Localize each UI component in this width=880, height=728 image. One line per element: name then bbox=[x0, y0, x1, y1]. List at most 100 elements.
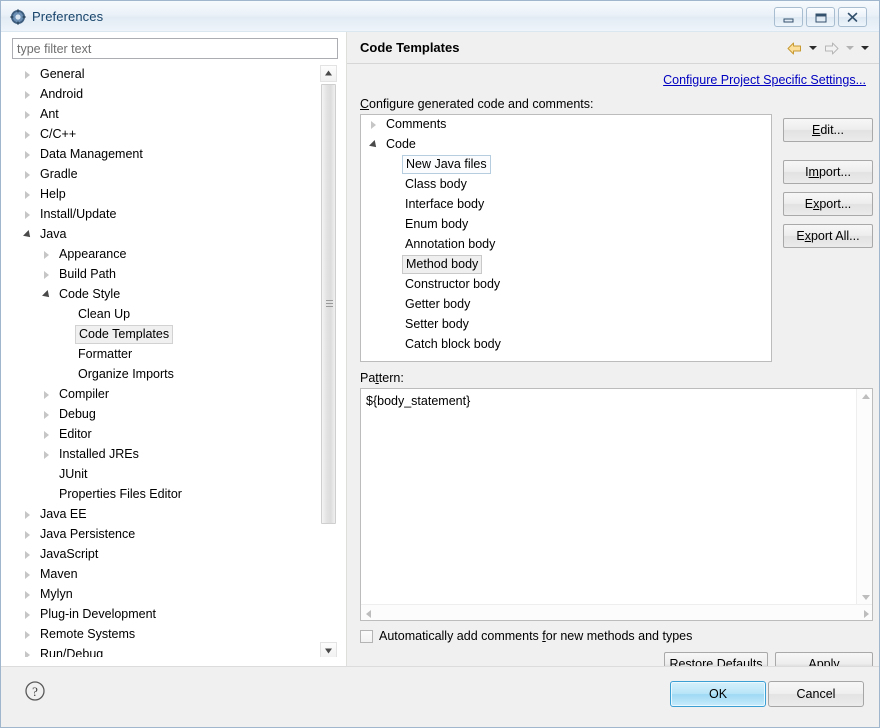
tree-item-method-body[interactable]: Method body bbox=[361, 255, 771, 275]
pattern-horizontal-scrollbar[interactable] bbox=[361, 604, 872, 620]
tree-item-constructor-body[interactable]: Constructor body bbox=[361, 275, 771, 295]
tree-item-enum-body[interactable]: Enum body bbox=[361, 215, 771, 235]
tree-item-appearance[interactable]: Appearance bbox=[13, 245, 321, 265]
tree-item-label: Gradle bbox=[40, 167, 78, 181]
tree-item-label: Formatter bbox=[78, 347, 133, 361]
preference-page: Code Templates Configure Project Specifi… bbox=[347, 32, 879, 677]
tree-item-run-debug[interactable]: Run/Debug bbox=[13, 645, 321, 658]
tree-item-label: Code bbox=[386, 137, 416, 151]
checkbox-box-icon[interactable] bbox=[360, 629, 373, 643]
tree-item-gradle[interactable]: Gradle bbox=[13, 165, 321, 185]
pattern-vertical-scrollbar[interactable] bbox=[856, 389, 872, 605]
scrollbar-thumb[interactable] bbox=[321, 84, 336, 524]
export-button[interactable]: Export... bbox=[783, 192, 873, 216]
tree-item-installed-jres[interactable]: Installed JREs bbox=[13, 445, 321, 465]
tree-item-organize-imports[interactable]: Organize Imports bbox=[13, 365, 321, 385]
import-button[interactable]: Import... bbox=[783, 160, 873, 184]
tree-item-label: JavaScript bbox=[40, 547, 99, 561]
pattern-textarea[interactable]: ${body_statement} bbox=[360, 388, 873, 621]
back-arrow-icon[interactable] bbox=[784, 38, 804, 58]
tree-item-mylyn[interactable]: Mylyn bbox=[13, 585, 321, 605]
ok-button[interactable]: OK bbox=[670, 681, 766, 707]
tree-item-label: Run/Debug bbox=[40, 647, 104, 658]
tree-item-label: Setter body bbox=[405, 317, 469, 331]
tree-item-formatter[interactable]: Formatter bbox=[13, 345, 321, 365]
preferences-tree-list: General Android Ant C/C++ Data Management Gra… bbox=[13, 65, 321, 658]
tree-item-code-templates[interactable]: Code Templates bbox=[13, 325, 321, 345]
minimize-button[interactable] bbox=[774, 7, 803, 27]
tree-item-javascript[interactable]: JavaScript bbox=[13, 545, 321, 565]
tree-item-label: Android bbox=[40, 87, 84, 101]
tree-item-label: Plug-in Development bbox=[40, 607, 157, 621]
tree-item-c-c[interactable]: C/C++ bbox=[13, 125, 321, 145]
tree-item-label: Catch block body bbox=[405, 337, 501, 351]
tree-item-maven[interactable]: Maven bbox=[13, 565, 321, 585]
tree-item-ant[interactable]: Ant bbox=[13, 105, 321, 125]
tree-item-label: Mylyn bbox=[40, 587, 73, 601]
edit-button[interactable]: Edit... bbox=[783, 118, 873, 142]
export-all-button[interactable]: Export All... bbox=[783, 224, 873, 248]
tree-item-label: Constructor body bbox=[405, 277, 501, 291]
scrollbar-grip-icon bbox=[326, 300, 333, 308]
scroll-left-icon[interactable] bbox=[366, 610, 371, 618]
pattern-label: Pattern: bbox=[360, 371, 404, 385]
tree-item-catch-block-body[interactable]: Catch block body bbox=[361, 335, 771, 355]
tree-item-label: Interface body bbox=[405, 197, 485, 211]
tree-item-data-management[interactable]: Data Management bbox=[13, 145, 321, 165]
tree-item-interface-body[interactable]: Interface body bbox=[361, 195, 771, 215]
close-button[interactable] bbox=[838, 7, 867, 27]
scroll-down-icon[interactable] bbox=[862, 595, 870, 600]
tree-item-class-body[interactable]: Class body bbox=[361, 175, 771, 195]
tree-item-debug[interactable]: Debug bbox=[13, 405, 321, 425]
tree-item-plug-in-development[interactable]: Plug-in Development bbox=[13, 605, 321, 625]
tree-item-editor[interactable]: Editor bbox=[13, 425, 321, 445]
tree-item-label: C/C++ bbox=[40, 127, 77, 141]
forward-history-chevron-down-icon bbox=[843, 38, 856, 58]
tree-item-label: Code Style bbox=[59, 287, 121, 301]
tree-item-java-persistence[interactable]: Java Persistence bbox=[13, 525, 321, 545]
scroll-up-icon[interactable] bbox=[320, 65, 337, 82]
sidebar-scrollbar[interactable] bbox=[320, 65, 337, 657]
tree-item-remote-systems[interactable]: Remote Systems bbox=[13, 625, 321, 645]
tree-item-general[interactable]: General bbox=[13, 65, 321, 85]
tree-item-help[interactable]: Help bbox=[13, 185, 321, 205]
scroll-up-icon[interactable] bbox=[862, 394, 870, 399]
cancel-button[interactable]: Cancel bbox=[768, 681, 864, 707]
tree-item-getter-body[interactable]: Getter body bbox=[361, 295, 771, 315]
tree-item-properties-files-editor[interactable]: Properties Files Editor bbox=[13, 485, 321, 505]
tree-item-code[interactable]: Code bbox=[361, 135, 771, 155]
tree-item-setter-body[interactable]: Setter body bbox=[361, 315, 771, 335]
configure-project-specific-settings-link[interactable]: Configure Project Specific Settings... bbox=[663, 73, 866, 87]
search-input[interactable] bbox=[12, 38, 338, 59]
tree-item-label: Comments bbox=[386, 117, 447, 131]
tree-item-java[interactable]: Java bbox=[13, 225, 321, 245]
tree-item-label: Editor bbox=[59, 427, 92, 441]
maximize-button[interactable] bbox=[806, 7, 835, 27]
tree-item-junit[interactable]: JUnit bbox=[13, 465, 321, 485]
scroll-down-icon[interactable] bbox=[320, 642, 337, 657]
tree-item-label: Java bbox=[40, 227, 67, 241]
tree-item-label: Code Templates bbox=[75, 325, 174, 344]
tree-item-new-java-files[interactable]: New Java files bbox=[361, 155, 771, 175]
svg-text:?: ? bbox=[32, 684, 38, 699]
tree-item-label: Build Path bbox=[59, 267, 116, 281]
tree-item-annotation-body[interactable]: Annotation body bbox=[361, 235, 771, 255]
scroll-right-icon[interactable] bbox=[864, 610, 869, 618]
tree-item-label: Install/Update bbox=[40, 207, 117, 221]
tree-item-label: Data Management bbox=[40, 147, 143, 161]
back-history-chevron-down-icon[interactable] bbox=[806, 38, 819, 58]
tree-item-label: Compiler bbox=[59, 387, 110, 401]
tree-item-android[interactable]: Android bbox=[13, 85, 321, 105]
tree-item-compiler[interactable]: Compiler bbox=[13, 385, 321, 405]
auto-add-comments-checkbox[interactable]: Automatically add comments for new metho… bbox=[360, 629, 692, 643]
configure-generated-code-label: Configure generated code and comments: bbox=[360, 97, 594, 111]
tree-item-comments[interactable]: Comments bbox=[361, 115, 771, 135]
tree-item-build-path[interactable]: Build Path bbox=[13, 265, 321, 285]
tree-item-clean-up[interactable]: Clean Up bbox=[13, 305, 321, 325]
tree-item-code-style[interactable]: Code Style bbox=[13, 285, 321, 305]
tree-item-java-ee[interactable]: Java EE bbox=[13, 505, 321, 525]
view-menu-chevron-down-icon[interactable] bbox=[858, 38, 871, 58]
help-icon[interactable]: ? bbox=[24, 680, 46, 702]
tree-item-install-update[interactable]: Install/Update bbox=[13, 205, 321, 225]
code-templates-tree[interactable]: Comments Code New Java files Class body Inte… bbox=[360, 114, 772, 362]
